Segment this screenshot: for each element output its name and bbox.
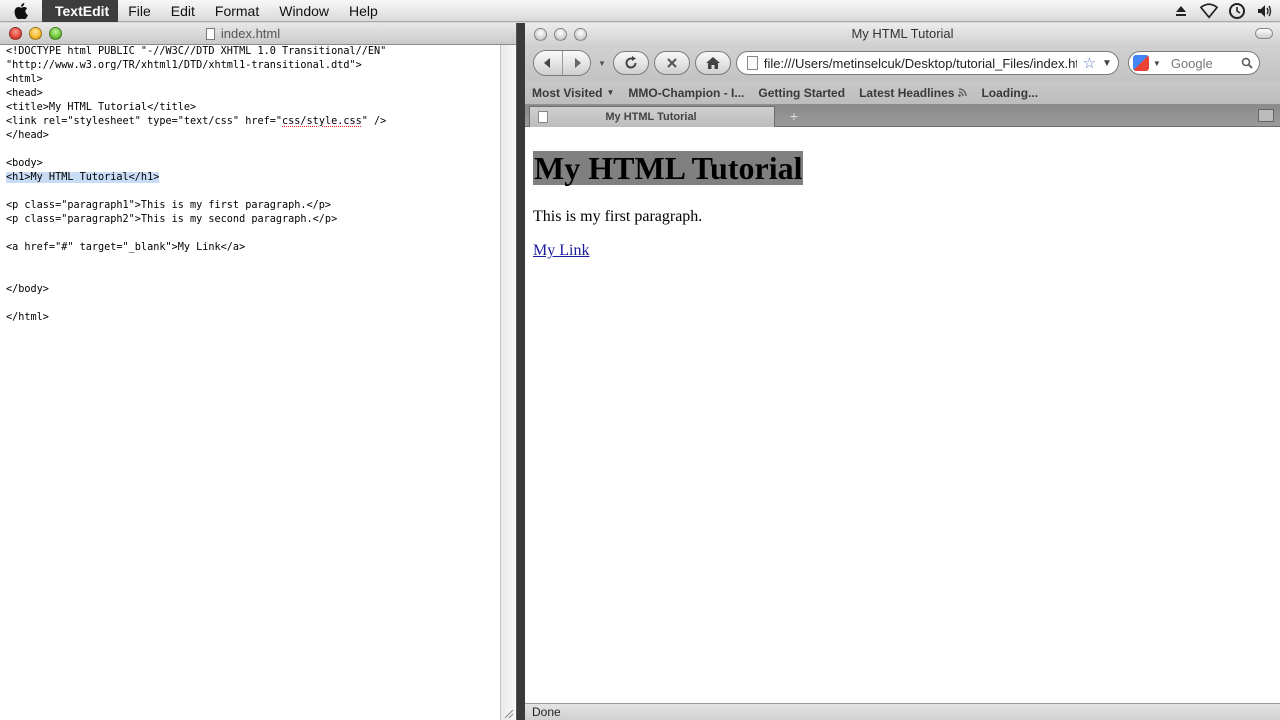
reload-button[interactable] — [613, 51, 649, 75]
page-icon — [747, 56, 758, 70]
spellcheck-underline: css/style.css — [282, 116, 362, 127]
code-line: <p class="paragraph1">This is my first p… — [6, 199, 500, 213]
page-heading: My HTML Tutorial — [533, 151, 803, 185]
apple-menu-icon[interactable] — [0, 3, 42, 19]
bookmark-star-icon[interactable]: ☆ — [1083, 54, 1096, 72]
menu-bar: TextEdit File Edit Format Window Help — [0, 0, 1280, 22]
google-engine-icon[interactable] — [1133, 55, 1149, 71]
textedit-title-group: index.html — [0, 26, 516, 41]
code-editor[interactable]: <!DOCTYPE html PUBLIC "-//W3C//DTD XHTML… — [0, 45, 500, 720]
stop-button[interactable] — [654, 51, 690, 75]
textedit-titlebar[interactable]: index.html — [0, 23, 516, 45]
code-line: "http://www.w3.org/TR/xhtml1/DTD/xhtml1-… — [6, 59, 500, 73]
first-paragraph: This is my first paragraph. — [533, 208, 1280, 226]
code-line: </head> — [6, 129, 500, 143]
bookmark-label: Latest Headlines — [859, 86, 954, 100]
code-line: <a href="#" target="_blank">My Link</a> — [6, 241, 500, 255]
rss-feed-icon — [958, 88, 967, 97]
menu-edit[interactable]: Edit — [161, 3, 205, 19]
bookmark-latest-headlines[interactable]: Latest Headlines — [859, 86, 967, 100]
engine-dropdown-icon[interactable]: ▼ — [1153, 59, 1161, 68]
back-button[interactable] — [534, 51, 562, 75]
bookmark-label: Getting Started — [758, 86, 845, 100]
document-icon — [206, 28, 215, 40]
code-line: <head> — [6, 87, 500, 101]
bookmark-most-visited[interactable]: Most Visited ▼ — [532, 86, 614, 100]
search-input[interactable]: Google — [1165, 56, 1237, 71]
code-line: <body> — [6, 157, 500, 171]
bookmark-label: Loading... — [981, 86, 1038, 100]
vertical-scrollbar[interactable] — [500, 45, 515, 720]
volume-icon[interactable] — [1256, 2, 1274, 20]
code-line: </body> — [6, 283, 500, 297]
reload-icon — [623, 55, 639, 71]
bookmarks-toolbar: Most Visited ▼ MMO-Champion - I... Getti… — [525, 81, 1280, 105]
back-forward-group — [533, 50, 591, 76]
tab-strip: My HTML Tutorial + — [525, 105, 1280, 127]
textedit-window: index.html <!DOCTYPE html PUBLIC "-//W3C… — [0, 23, 517, 720]
code-line — [6, 297, 500, 311]
code-line — [6, 255, 500, 269]
page-favicon-icon — [538, 111, 548, 123]
menu-format[interactable]: Format — [205, 3, 269, 19]
bookmark-mmo-champion[interactable]: MMO-Champion - I... — [628, 86, 744, 100]
forward-arrow-icon — [571, 57, 583, 69]
code-line: <p class="paragraph2">This is my second … — [6, 213, 500, 227]
browser-window-title: My HTML Tutorial — [525, 26, 1280, 41]
url-bar[interactable]: file:///Users/metinselcuk/Desktop/tutori… — [736, 51, 1119, 75]
bookmark-label: MMO-Champion - I... — [628, 86, 744, 100]
code-line: </html> — [6, 311, 500, 325]
bookmark-getting-started[interactable]: Getting Started — [758, 86, 845, 100]
time-machine-icon[interactable] — [1228, 2, 1246, 20]
page-content: My HTML Tutorial This is my first paragr… — [525, 128, 1280, 703]
navigation-toolbar: ▼ file:///Users/metinselcuk/Desktop/tuto… — [525, 45, 1280, 81]
wifi-icon[interactable] — [1200, 2, 1218, 20]
tab-list-icon[interactable] — [1258, 109, 1274, 122]
chevron-down-icon: ▼ — [606, 88, 614, 97]
home-button[interactable] — [695, 51, 731, 75]
browser-titlebar[interactable]: My HTML Tutorial — [525, 23, 1280, 45]
code-line: <title>My HTML Tutorial</title> — [6, 101, 500, 115]
code-line: <!DOCTYPE html PUBLIC "-//W3C//DTD XHTML… — [6, 45, 500, 59]
textedit-window-title: index.html — [221, 26, 280, 41]
code-line — [6, 227, 500, 241]
resize-grip-icon[interactable] — [502, 706, 514, 718]
home-icon — [705, 56, 721, 70]
app-menu-textedit[interactable]: TextEdit — [42, 0, 118, 22]
forward-button[interactable] — [562, 51, 590, 75]
tab-label: My HTML Tutorial — [548, 111, 774, 123]
browser-window: My HTML Tutorial ▼ file:///Users/metinse… — [525, 23, 1280, 720]
tab-my-html-tutorial[interactable]: My HTML Tutorial — [529, 106, 775, 127]
my-link[interactable]: My Link — [533, 242, 589, 260]
stop-icon — [666, 57, 678, 69]
menu-help[interactable]: Help — [339, 3, 388, 19]
eject-icon[interactable] — [1172, 2, 1190, 20]
code-line-selected: <h1>My HTML Tutorial</h1> — [6, 171, 500, 185]
search-icon[interactable] — [1241, 57, 1253, 69]
status-bar: Done — [525, 703, 1280, 720]
url-dropdown-icon[interactable]: ▼ — [1102, 58, 1112, 69]
back-arrow-icon — [542, 57, 554, 69]
new-tab-button[interactable]: + — [782, 108, 806, 124]
search-bar[interactable]: ▼ Google — [1128, 51, 1260, 75]
url-text[interactable]: file:///Users/metinselcuk/Desktop/tutori… — [764, 56, 1077, 71]
code-line: <link rel="stylesheet" type="text/css" h… — [6, 115, 500, 129]
menu-file[interactable]: File — [118, 3, 161, 19]
code-line: <html> — [6, 73, 500, 87]
code-line — [6, 185, 500, 199]
code-line — [6, 143, 500, 157]
bookmark-label: Most Visited — [532, 86, 602, 100]
menu-window[interactable]: Window — [269, 3, 339, 19]
window-gap — [517, 23, 525, 720]
bookmark-loading[interactable]: Loading... — [981, 86, 1038, 100]
code-line — [6, 269, 500, 283]
toolbar-toggle-button[interactable] — [1255, 28, 1273, 39]
history-dropdown-icon[interactable]: ▼ — [598, 59, 606, 68]
